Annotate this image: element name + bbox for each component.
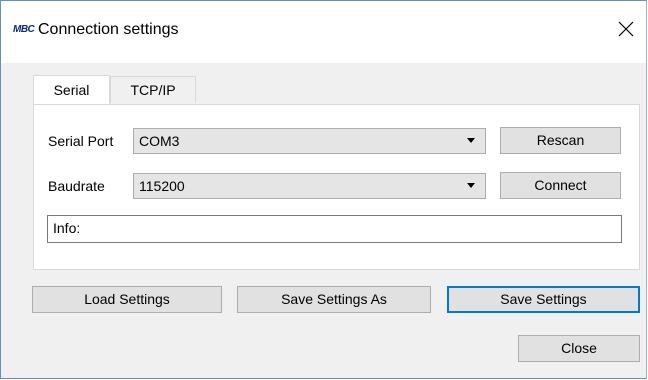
baudrate-select[interactable]: 115200 <box>133 173 486 199</box>
info-field: Info: <box>47 215 622 243</box>
baudrate-value: 115200 <box>139 178 185 194</box>
title-bar: MBC Connection settings <box>1 1 646 63</box>
serial-tab-panel: Serial Port COM3 Rescan Baudrate 115200 … <box>33 104 640 270</box>
window-title: Connection settings <box>38 21 179 38</box>
connection-settings-dialog: MBC Connection settings Serial TCP/IP Se… <box>0 0 647 379</box>
load-settings-button[interactable]: Load Settings <box>32 286 222 313</box>
save-settings-as-button[interactable]: Save Settings As <box>237 286 431 313</box>
serial-port-value: COM3 <box>139 133 180 149</box>
chevron-down-icon <box>467 138 475 143</box>
serial-port-label: Serial Port <box>48 133 114 149</box>
close-button[interactable]: Close <box>518 335 640 362</box>
info-text: Info: <box>53 220 81 236</box>
tab-serial[interactable]: Serial <box>33 75 110 104</box>
connect-button[interactable]: Connect <box>500 172 621 199</box>
serial-port-select[interactable]: COM3 <box>133 128 486 154</box>
chevron-down-icon <box>467 183 475 188</box>
close-icon[interactable] <box>612 15 640 43</box>
rescan-button[interactable]: Rescan <box>500 127 621 154</box>
save-settings-button[interactable]: Save Settings <box>447 286 640 313</box>
baudrate-label: Baudrate <box>48 178 105 194</box>
tab-tcpip[interactable]: TCP/IP <box>110 76 196 103</box>
app-logo: MBC <box>13 24 35 35</box>
